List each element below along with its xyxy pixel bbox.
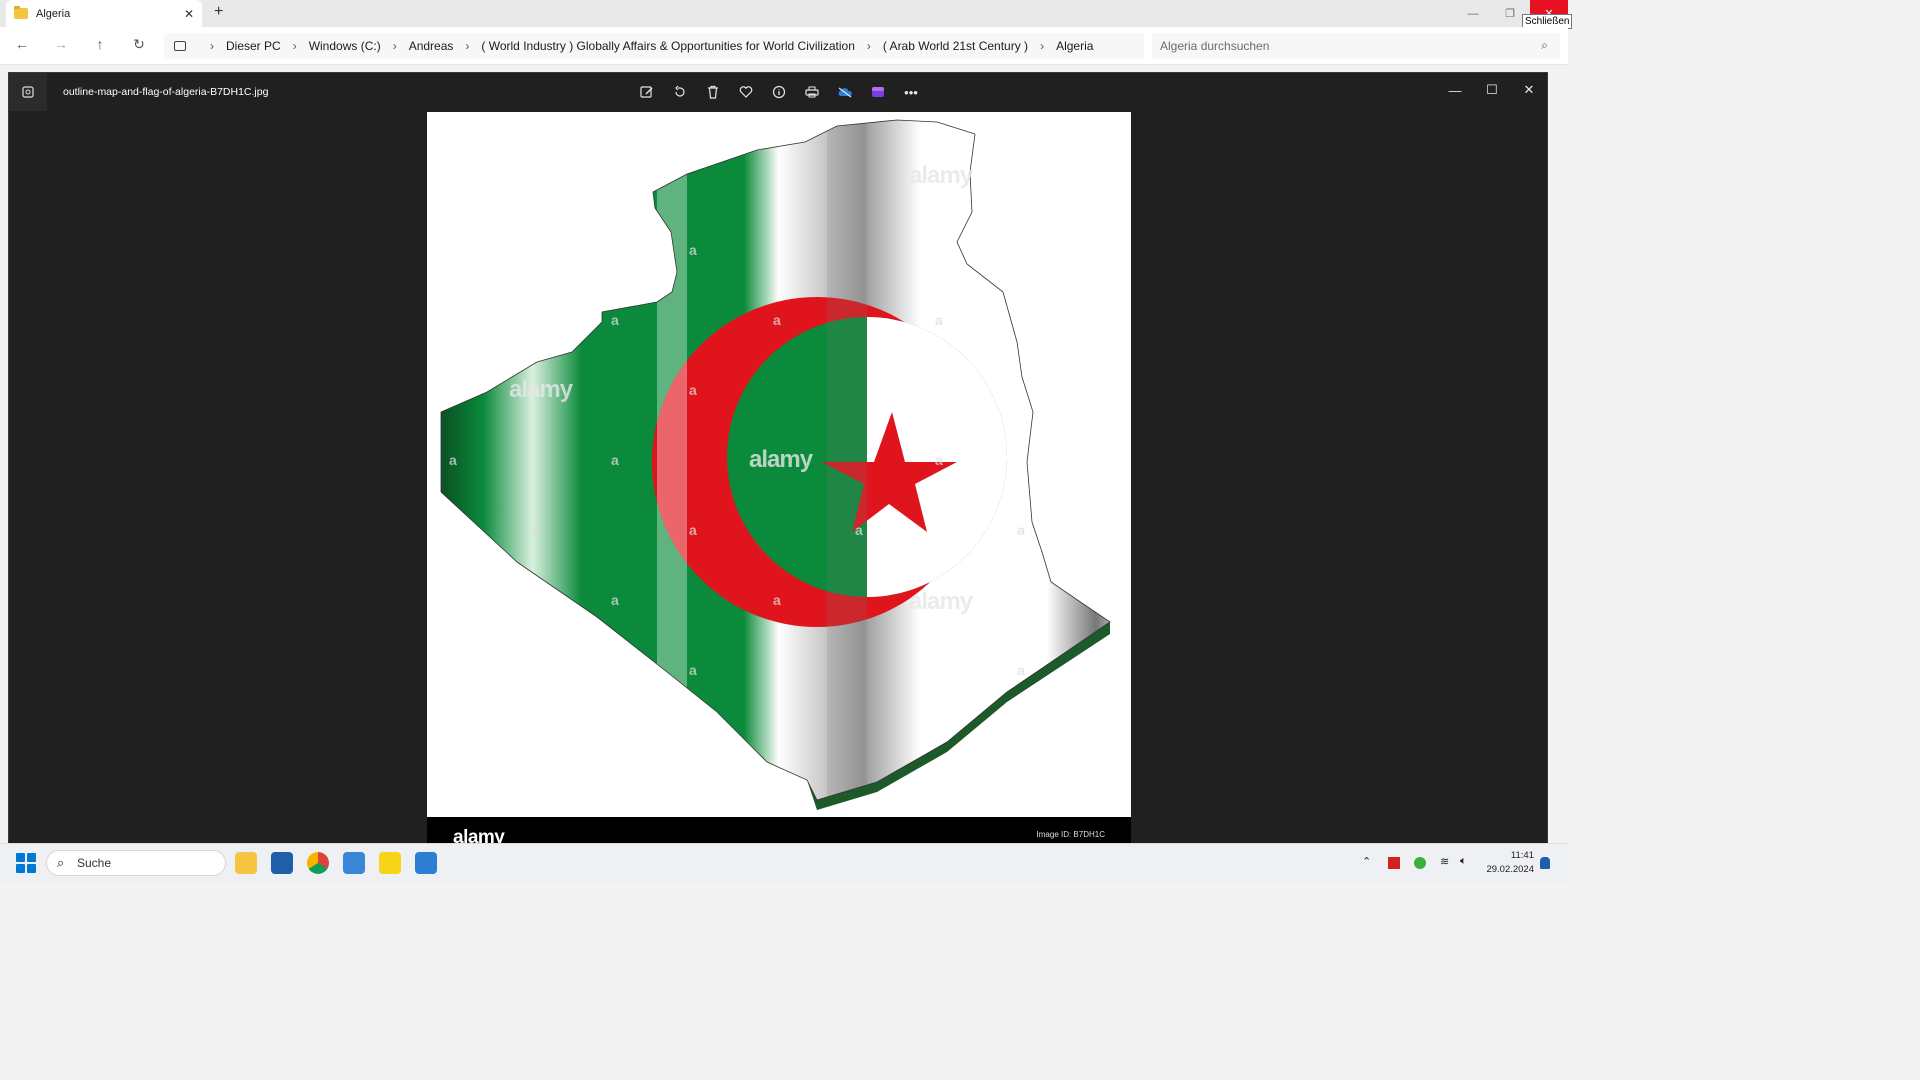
breadcrumb-item[interactable]: ( World Industry ) Globally Affairs & Op…: [481, 39, 854, 53]
minimize-button[interactable]: —: [1454, 0, 1492, 27]
folder-icon: [14, 6, 28, 19]
watermark: a: [611, 592, 619, 608]
info-icon[interactable]: [769, 82, 789, 102]
forward-icon[interactable]: →: [51, 36, 71, 52]
breadcrumb-item[interactable]: Algeria: [1056, 39, 1093, 53]
security-icon[interactable]: [1414, 857, 1426, 869]
watermark: a: [689, 522, 697, 538]
taskbar-search-label: Suche: [77, 856, 112, 870]
close-tab-icon[interactable]: ✕: [184, 7, 194, 21]
chrome-icon[interactable]: [307, 852, 329, 874]
watermark: a: [611, 452, 619, 468]
photos-app-icon[interactable]: [9, 73, 47, 111]
watermark-logo: alamy: [909, 162, 973, 189]
search-icon[interactable]: ⌕: [1541, 38, 1548, 53]
watermark: a: [689, 662, 697, 678]
watermark: a: [855, 522, 863, 538]
search-input[interactable]: Algeria durchsuchen ⌕: [1152, 33, 1560, 59]
tab-algeria[interactable]: Algeria ✕: [6, 0, 202, 27]
delete-icon[interactable]: [703, 82, 723, 102]
notepad-icon[interactable]: [343, 852, 365, 874]
breadcrumb-item[interactable]: Windows (C:): [309, 39, 381, 53]
chevron-right-icon[interactable]: ›: [1040, 39, 1044, 53]
image-id: Image ID: B7DH1C: [1036, 830, 1105, 839]
breadcrumb-item[interactable]: Dieser PC: [226, 39, 281, 53]
photos-icon[interactable]: [415, 852, 437, 874]
watermark: a: [611, 312, 619, 328]
back-icon[interactable]: ←: [12, 36, 32, 52]
viewer-toolbar: •••: [637, 82, 921, 102]
watermark: a: [935, 452, 943, 468]
windows-start-icon[interactable]: [16, 853, 36, 873]
image-footer: alamy Image ID: B7DH1C: [427, 817, 1131, 845]
chevron-right-icon[interactable]: ›: [465, 39, 469, 53]
viewer-maximize-button[interactable]: ☐: [1474, 77, 1510, 103]
watermark: a: [449, 452, 457, 468]
watermark: a: [1017, 522, 1025, 538]
viewer-minimize-button[interactable]: —: [1437, 77, 1473, 103]
watermark: a: [773, 312, 781, 328]
wifi-icon[interactable]: ≋: [1440, 855, 1449, 868]
up-icon[interactable]: ↑: [90, 36, 110, 52]
viewer-title-bar: outline-map-and-flag-of-algeria-B7DH1C.j…: [9, 73, 1549, 111]
search-icon: ⌕: [57, 855, 65, 870]
breadcrumb-item[interactable]: Andreas: [409, 39, 454, 53]
chevron-right-icon[interactable]: ›: [210, 39, 214, 53]
watermark-logo: alamy: [749, 446, 813, 473]
breadcrumb[interactable]: › Dieser PC › Windows (C:) › Andreas › (…: [164, 33, 1144, 59]
address-bar: ← → ↑ ↻ › Dieser PC › Windows (C:) › And…: [0, 27, 1568, 65]
notification-bell-icon[interactable]: [1540, 857, 1550, 869]
print-icon[interactable]: [802, 82, 822, 102]
pc-icon: [174, 41, 186, 51]
refresh-icon[interactable]: ↻: [129, 36, 149, 53]
viewer-filename: outline-map-and-flag-of-algeria-B7DH1C.j…: [63, 86, 269, 98]
watermark: a: [689, 382, 697, 398]
watermark-logo: alamy: [509, 376, 573, 403]
rotate-icon[interactable]: [670, 82, 690, 102]
volume-icon[interactable]: 🔈︎: [1460, 855, 1467, 868]
chevron-right-icon[interactable]: ›: [393, 39, 397, 53]
favorite-icon[interactable]: [736, 82, 756, 102]
breadcrumb-item[interactable]: ( Arab World 21st Century ): [883, 39, 1028, 53]
tab-title: Algeria: [36, 7, 71, 20]
adobe-icon[interactable]: [1388, 857, 1400, 869]
displayed-image[interactable]: a a a a a a a a a a a a a a a a alamy al…: [427, 112, 1131, 845]
watermark: a: [1017, 662, 1025, 678]
new-tab-button[interactable]: +: [214, 3, 223, 21]
onedrive-icon[interactable]: [835, 82, 855, 102]
edit-icon[interactable]: [637, 82, 657, 102]
watermark-logo: alamy: [909, 588, 973, 615]
file-explorer-icon[interactable]: [235, 852, 257, 874]
chevron-up-icon[interactable]: ⌃: [1362, 855, 1371, 868]
more-icon[interactable]: •••: [901, 82, 921, 102]
clock-date: 29.02.2024: [1486, 864, 1534, 875]
player-icon[interactable]: [379, 852, 401, 874]
photo-viewer-window: outline-map-and-flag-of-algeria-B7DH1C.j…: [8, 72, 1549, 845]
watermark: a: [773, 592, 781, 608]
search-placeholder: Algeria durchsuchen: [1160, 39, 1270, 53]
clock-time: 11:41: [1510, 850, 1534, 861]
watermark: a: [689, 242, 697, 258]
chevron-right-icon[interactable]: ›: [867, 39, 871, 53]
microsoft-store-icon[interactable]: [271, 852, 293, 874]
taskbar-search[interactable]: ⌕ Suche: [46, 850, 226, 876]
taskbar: ⌕ Suche ⌃ ≋ 🔈︎ 11:41 29.02.2024: [0, 843, 1568, 882]
explorer-tab-bar: Algeria ✕ + — ❐ ✕: [0, 0, 1568, 27]
watermark: a: [935, 312, 943, 328]
clock[interactable]: 11:41 29.02.2024: [1484, 849, 1534, 877]
chevron-right-icon[interactable]: ›: [293, 39, 297, 53]
clipchamp-icon[interactable]: [868, 82, 888, 102]
watermark: a: [531, 522, 539, 538]
viewer-close-button[interactable]: ✕: [1511, 77, 1547, 103]
